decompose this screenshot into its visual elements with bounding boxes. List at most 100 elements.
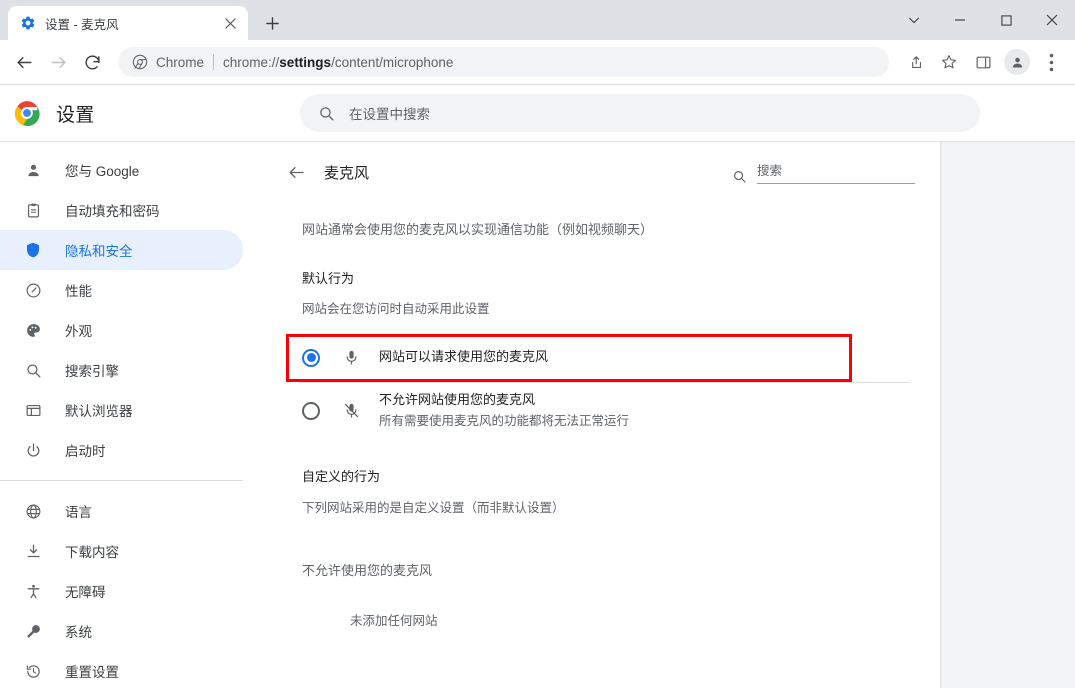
sidebar-item-label: 下载内容 xyxy=(65,545,119,560)
settings-search-placeholder: 在设置中搜索 xyxy=(349,107,430,122)
radio-button-block[interactable] xyxy=(302,401,320,420)
forward-button[interactable] xyxy=(42,46,74,78)
microphone-description: 网站通常会使用您的麦克风以实现通信功能（例如视频聊天） xyxy=(302,222,654,237)
tab-close-icon[interactable] xyxy=(220,13,240,33)
sidebar-item-languages[interactable]: 语言 xyxy=(0,491,243,531)
profile-button[interactable] xyxy=(1001,46,1033,78)
chrome-menu-button[interactable] xyxy=(1035,46,1067,78)
url-prefix: chrome:// xyxy=(223,54,280,70)
content-search-input[interactable]: 搜索 xyxy=(757,160,915,184)
sidebar-item-label: 外观 xyxy=(65,324,92,339)
sidebar-item-reset-settings[interactable]: 重置设置 xyxy=(0,651,243,688)
share-button[interactable] xyxy=(899,46,931,78)
chrome-logo xyxy=(14,101,40,126)
three-dot-menu-icon xyxy=(1049,53,1053,71)
sidebar-item-label: 搜索引擎 xyxy=(65,364,119,379)
url-bold-part: settings xyxy=(279,54,332,70)
shield-icon xyxy=(23,240,43,260)
content-search[interactable]: 搜索 xyxy=(732,160,920,184)
radio-option-block-microphone[interactable]: 不允许网站使用您的麦克风 所有需要使用麦克风的功能都将无法正常运行 xyxy=(280,383,920,439)
default-behavior-options: 网站可以请求使用您的麦克风 不允许网站使用您的麦克风 所有需要使用麦克风的功能都… xyxy=(280,333,920,439)
sidebar-item-label: 自动填充和密码 xyxy=(65,204,160,219)
minimize-button[interactable] xyxy=(937,0,983,40)
side-panel-button[interactable] xyxy=(967,46,999,78)
sidebar-item-you-and-google[interactable]: 您与 Google xyxy=(0,150,243,190)
sidebar-item-autofill[interactable]: 自动填充和密码 xyxy=(0,190,243,230)
settings-search-input[interactable]: 在设置中搜索 xyxy=(300,94,980,132)
sidebar-item-label: 性能 xyxy=(65,284,92,299)
sidebar-item-label: 重置设置 xyxy=(65,665,119,680)
avatar xyxy=(1004,49,1030,75)
back-navigation-button[interactable] xyxy=(280,156,312,188)
browser-icon xyxy=(23,400,43,420)
accessibility-icon xyxy=(23,581,43,601)
restore-icon xyxy=(23,661,43,681)
window-controls xyxy=(891,0,1075,40)
sidebar-item-accessibility[interactable]: 无障碍 xyxy=(0,571,243,611)
settings-main: 麦克风 搜索 网站通常会使用您的麦克风以实现通信功能（例如视频聊天） 默认行为 … xyxy=(260,142,1075,688)
sidebar-item-label: 启动时 xyxy=(65,444,106,459)
page-title: 麦克风 xyxy=(324,164,370,182)
sidebar-item-label: 默认浏览器 xyxy=(65,404,133,419)
radio-allow-labels: 网站可以请求使用您的麦克风 xyxy=(379,348,548,367)
person-icon xyxy=(23,160,43,180)
search-icon xyxy=(320,106,334,121)
maximize-icon xyxy=(1000,14,1012,26)
close-glyph xyxy=(224,17,236,29)
tab-search-button[interactable] xyxy=(891,0,937,40)
microphone-off-icon xyxy=(341,401,361,421)
settings-header: 设置 在设置中搜索 xyxy=(0,85,1075,142)
radio-block-labels: 不允许网站使用您的麦克风 所有需要使用麦克风的功能都将无法正常运行 xyxy=(379,391,629,430)
close-window-button[interactable] xyxy=(1029,0,1075,40)
sidebar-item-search-engine[interactable]: 搜索引擎 xyxy=(0,350,243,390)
browser-toolbar: Chrome chrome://settings/content/microph… xyxy=(0,40,1075,85)
tab-title: 设置 - 麦克风 xyxy=(45,17,119,32)
sidebar-item-label: 您与 Google xyxy=(65,164,140,179)
globe-icon xyxy=(23,501,43,521)
chrome-chip: Chrome xyxy=(132,54,204,70)
sidebar-item-system[interactable]: 系统 xyxy=(0,611,243,651)
star-icon xyxy=(941,55,957,69)
plus-icon xyxy=(265,16,279,30)
address-bar[interactable]: Chrome chrome://settings/content/microph… xyxy=(118,47,889,77)
speedometer-icon xyxy=(23,280,43,300)
sidebar-divider xyxy=(0,480,243,481)
sidebar-item-appearance[interactable]: 外观 xyxy=(0,310,243,350)
sidebar-item-label: 隐私和安全 xyxy=(65,244,133,259)
radio-option-allow-microphone[interactable]: 网站可以请求使用您的麦克风 xyxy=(280,333,920,382)
settings-sidebar: 您与 Google 自动填充和密码 隐私和安全 性能 外观 搜索引擎 默认浏览器… xyxy=(0,142,260,688)
radio-block-label: 不允许网站使用您的麦克风 xyxy=(379,392,536,408)
gear-icon xyxy=(21,16,35,30)
arrow-right-icon xyxy=(50,56,66,68)
search-icon xyxy=(732,169,747,184)
highlight-box xyxy=(286,333,852,382)
sidebar-item-performance[interactable]: 性能 xyxy=(0,270,243,310)
new-tab-button[interactable] xyxy=(258,9,286,37)
bookmark-button[interactable] xyxy=(933,46,965,78)
palette-icon xyxy=(23,320,43,340)
side-panel-icon xyxy=(976,56,990,68)
back-button[interactable] xyxy=(8,46,40,78)
reload-button[interactable] xyxy=(76,46,108,78)
radio-button-allow[interactable] xyxy=(302,348,320,367)
power-icon xyxy=(23,440,43,460)
chevron-down-icon xyxy=(909,17,919,24)
browser-tab[interactable]: 设置 - 麦克风 xyxy=(8,6,248,40)
sidebar-item-on-startup[interactable]: 启动时 xyxy=(0,430,243,470)
chrome-icon xyxy=(132,54,148,70)
sidebar-item-privacy-security[interactable]: 隐私和安全 xyxy=(0,230,243,270)
custom-behavior-heading: 自定义的行为 xyxy=(302,468,381,484)
sidebar-item-label: 语言 xyxy=(65,505,92,520)
settings-brand: 设置 xyxy=(0,100,290,127)
wrench-icon xyxy=(23,621,43,641)
maximize-button[interactable] xyxy=(983,0,1029,40)
chrome-chip-label: Chrome xyxy=(156,54,205,70)
sidebar-item-label: 系统 xyxy=(65,625,92,640)
download-icon xyxy=(23,541,43,561)
sidebar-item-downloads[interactable]: 下载内容 xyxy=(0,531,243,571)
sidebar-item-default-browser[interactable]: 默认浏览器 xyxy=(0,390,243,430)
settings-body: 您与 Google 自动填充和密码 隐私和安全 性能 外观 搜索引擎 默认浏览器… xyxy=(0,142,1075,688)
omnibox-separator xyxy=(213,54,215,70)
settings-search-wrap: 在设置中搜索 xyxy=(290,94,1075,132)
microphone-settings-card: 麦克风 搜索 网站通常会使用您的麦克风以实现通信功能（例如视频聊天） 默认行为 … xyxy=(260,142,941,688)
